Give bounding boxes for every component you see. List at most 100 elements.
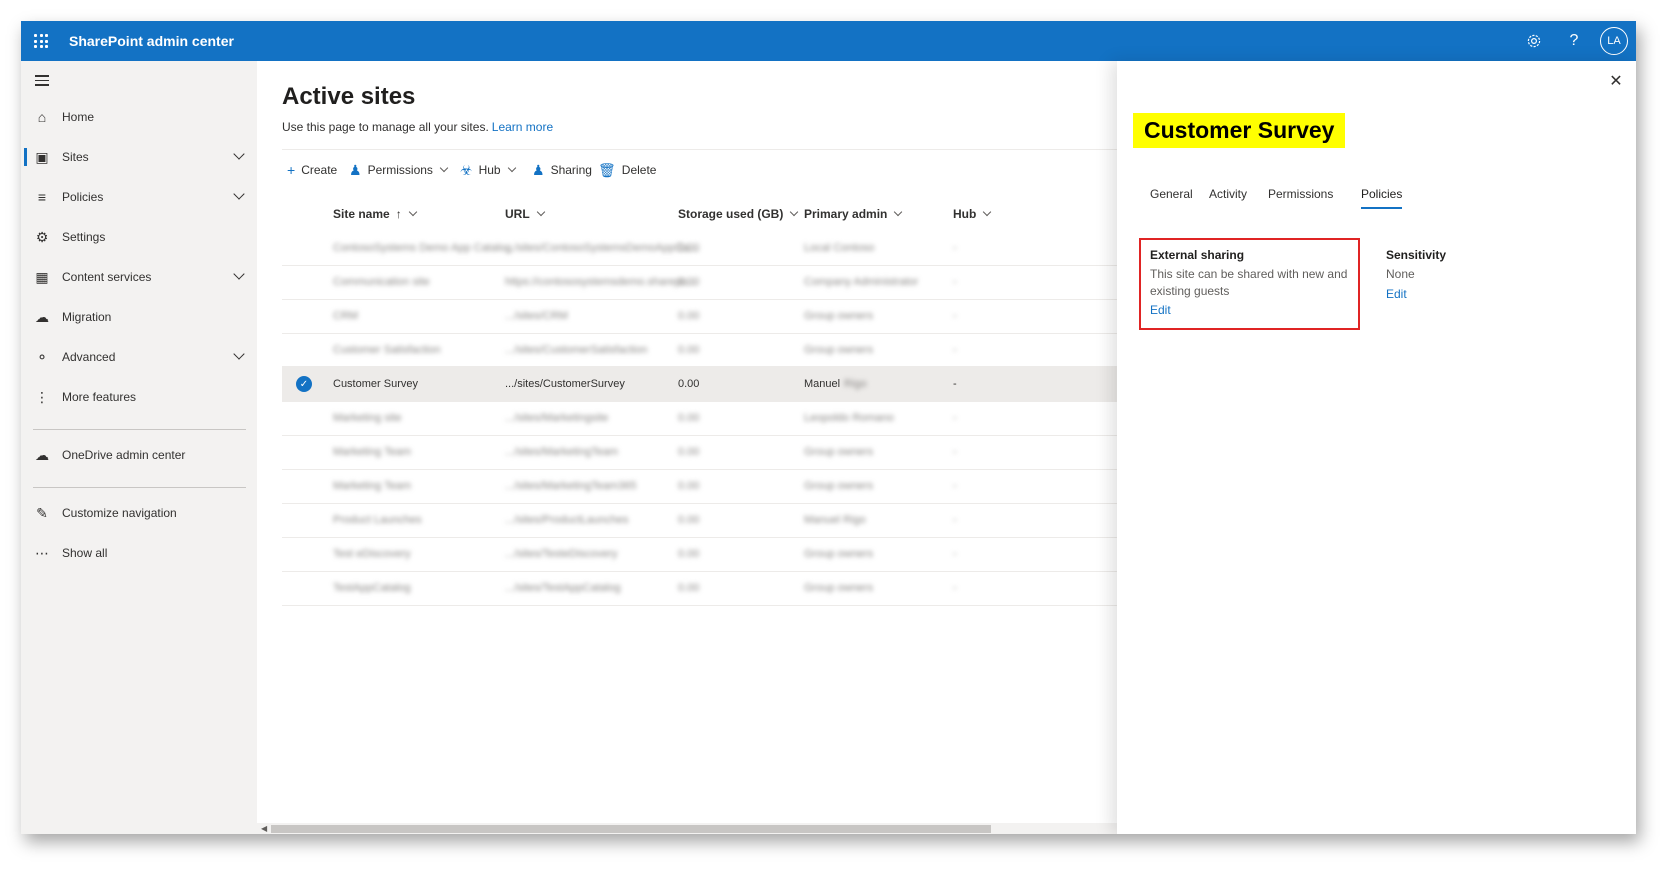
app-launcher-icon[interactable] — [21, 21, 61, 61]
permissions-icon: ♟ — [349, 161, 362, 178]
create-label: Create — [301, 163, 338, 177]
cell-site-name[interactable]: Test eDiscovery — [333, 548, 411, 560]
nav-item-migration[interactable]: ☁ Migration — [21, 299, 257, 335]
chevron-down-icon — [233, 268, 245, 280]
sites-icon: ▣ — [35, 148, 49, 165]
column-header-label: URL — [505, 207, 530, 221]
tab-permissions[interactable]: Permissions — [1268, 187, 1333, 201]
cell-storage: 0.00 — [678, 276, 700, 288]
nav-item-more-features[interactable]: ⋮ More features — [21, 379, 257, 415]
policies-icon: ≡ — [37, 189, 47, 205]
external-sharing-edit-link[interactable]: Edit — [1150, 303, 1171, 317]
sensitivity-title: Sensitivity — [1386, 248, 1447, 262]
column-header-label: Storage used (GB) — [678, 207, 784, 221]
cell-storage: 0.00 — [678, 378, 700, 390]
ellipsis-icon: ⋯ — [35, 544, 49, 561]
tab-policies[interactable]: Policies — [1361, 187, 1402, 201]
table-row[interactable]: ContosoSystems Demo App Catalog .../sites… — [282, 230, 1117, 266]
cell-site-name[interactable]: Marketing site — [333, 412, 401, 424]
cell-primary-admin: Company Administrator — [804, 276, 919, 288]
close-icon[interactable]: ✕ — [1608, 73, 1624, 90]
column-header-primary-admin[interactable]: Primary admin — [804, 202, 903, 226]
nav-item-content-services[interactable]: ▦ Content services — [21, 259, 257, 295]
hamburger-menu-icon[interactable] — [35, 75, 49, 89]
content-services-icon: ▦ — [35, 268, 49, 285]
cell-url: .../sites/ProductLaunches — [505, 514, 629, 526]
chevron-down-icon — [536, 207, 545, 217]
nav-item-policies[interactable]: ≡ Policies — [21, 179, 257, 215]
cell-site-name[interactable]: Customer Satisfaction — [333, 344, 441, 356]
cell-site-name[interactable]: Marketing Team — [333, 480, 411, 492]
table-row[interactable]: ✓ Customer Survey .../sites/CustomerSurvey… — [282, 366, 1117, 402]
hub-label: Hub — [478, 163, 501, 177]
app-title: SharePoint admin center — [69, 33, 234, 49]
scrollbar-thumb[interactable] — [271, 825, 991, 833]
cell-hub: - — [953, 548, 957, 560]
hub-button[interactable]: ☣ Hub — [460, 157, 516, 183]
row-selected-check-icon[interactable]: ✓ — [296, 376, 312, 392]
learn-more-link[interactable]: Learn more — [492, 120, 553, 134]
cell-primary-admin: Group owners — [804, 310, 874, 322]
column-header-url[interactable]: URL — [505, 202, 545, 226]
table-row[interactable]: Product Launches .../sites/ProductLaunche… — [282, 502, 1117, 538]
cell-storage: 0.00 — [678, 310, 700, 322]
cell-primary-admin: Group owners — [804, 344, 874, 356]
help-icon[interactable]: ? — [1554, 21, 1594, 61]
cell-storage: 0.00 — [678, 242, 700, 254]
nav-item-show-all[interactable]: ⋯ Show all — [21, 535, 257, 571]
table-row[interactable]: Marketing Team .../sites/MarketingTeam 0.0… — [282, 434, 1117, 470]
nav-item-sites[interactable]: ▣ Sites — [21, 139, 257, 175]
chevron-down-icon — [507, 163, 516, 173]
cell-site-name[interactable]: Product Launches — [333, 514, 422, 526]
main-content: Active sites Use this page to manage all… — [257, 61, 1117, 834]
column-header-storage[interactable]: Storage used (GB) — [678, 202, 799, 226]
nav-item-home[interactable]: ⌂ Home — [21, 99, 257, 135]
table-row[interactable]: Communication site https://contososystems… — [282, 264, 1117, 300]
cell-site-name[interactable]: TestAppCatalog — [333, 582, 411, 594]
table-row[interactable]: Marketing site .../sites/Marketingsite 0.0… — [282, 400, 1117, 436]
cell-storage: 0.00 — [678, 514, 700, 526]
table-row[interactable]: Test eDiscovery .../sites/TesteDiscovery 0… — [282, 536, 1117, 572]
permissions-button[interactable]: ♟ Permissions — [349, 157, 449, 183]
chevron-down-icon — [233, 348, 245, 360]
cell-primary-admin: Leopoldo Romano — [804, 412, 894, 424]
cell-site-name[interactable]: CRM — [333, 310, 358, 322]
table-row[interactable]: Customer Satisfaction .../sites/CustomerS… — [282, 332, 1117, 368]
sharing-label: Sharing — [550, 163, 592, 177]
gear-icon[interactable] — [1514, 21, 1554, 61]
chevron-down-icon — [233, 148, 245, 160]
app-window: SharePoint admin center ? LA ⌂ Home ▣ Si… — [21, 21, 1636, 834]
table-row[interactable]: CRM .../sites/CRM 0.00 Group owners - — [282, 298, 1117, 334]
table-row[interactable]: TestAppCatalog .../sites/TestAppCatalog 0.… — [282, 570, 1117, 606]
tab-activity[interactable]: Activity — [1209, 187, 1247, 201]
scroll-left-icon[interactable]: ◀ — [261, 824, 267, 833]
sensitivity-edit-link[interactable]: Edit — [1386, 287, 1407, 301]
delete-button[interactable]: 🗑 Delete — [598, 157, 656, 183]
cell-site-name[interactable]: Marketing Team — [333, 446, 411, 458]
advanced-icon: ⚬ — [36, 348, 48, 365]
active-tab-indicator — [1361, 207, 1402, 209]
avatar[interactable]: LA — [1600, 27, 1628, 55]
create-button[interactable]: + Create — [287, 157, 337, 183]
cell-primary-admin: Group owners — [804, 582, 874, 594]
nav-item-onedrive-admin-center[interactable]: ☁ OneDrive admin center — [21, 437, 257, 473]
nav-item-advanced[interactable]: ⚬ Advanced — [21, 339, 257, 375]
cell-url: .../sites/Marketingsite — [505, 412, 609, 424]
cell-site-name[interactable]: ContosoSystems Demo App Catalog — [333, 242, 512, 254]
chevron-down-icon — [233, 188, 245, 200]
more-vertical-icon: ⋮ — [35, 388, 49, 405]
column-header-site-name[interactable]: Site name ↑ — [333, 202, 417, 226]
table-row[interactable]: Marketing Team .../sites/MarketingTeam365… — [282, 468, 1117, 504]
nav-item-settings[interactable]: ⚙ Settings — [21, 219, 257, 255]
sharing-button[interactable]: ♟ Sharing — [532, 157, 592, 183]
column-header-hub[interactable]: Hub — [953, 202, 992, 226]
chevron-down-icon — [790, 207, 799, 217]
gear-icon: ⚙ — [35, 228, 49, 245]
tab-general[interactable]: General — [1150, 187, 1193, 201]
horizontal-scrollbar[interactable]: ◀ — [257, 823, 1117, 834]
cell-url: .../sites/CustomerSurvey — [505, 378, 625, 390]
nav-item-customize-navigation[interactable]: ✎ Customize navigation — [21, 495, 257, 531]
nav-item-label: Content services — [62, 270, 152, 284]
cell-site-name[interactable]: Customer Survey — [333, 378, 418, 390]
cell-site-name[interactable]: Communication site — [333, 276, 430, 288]
